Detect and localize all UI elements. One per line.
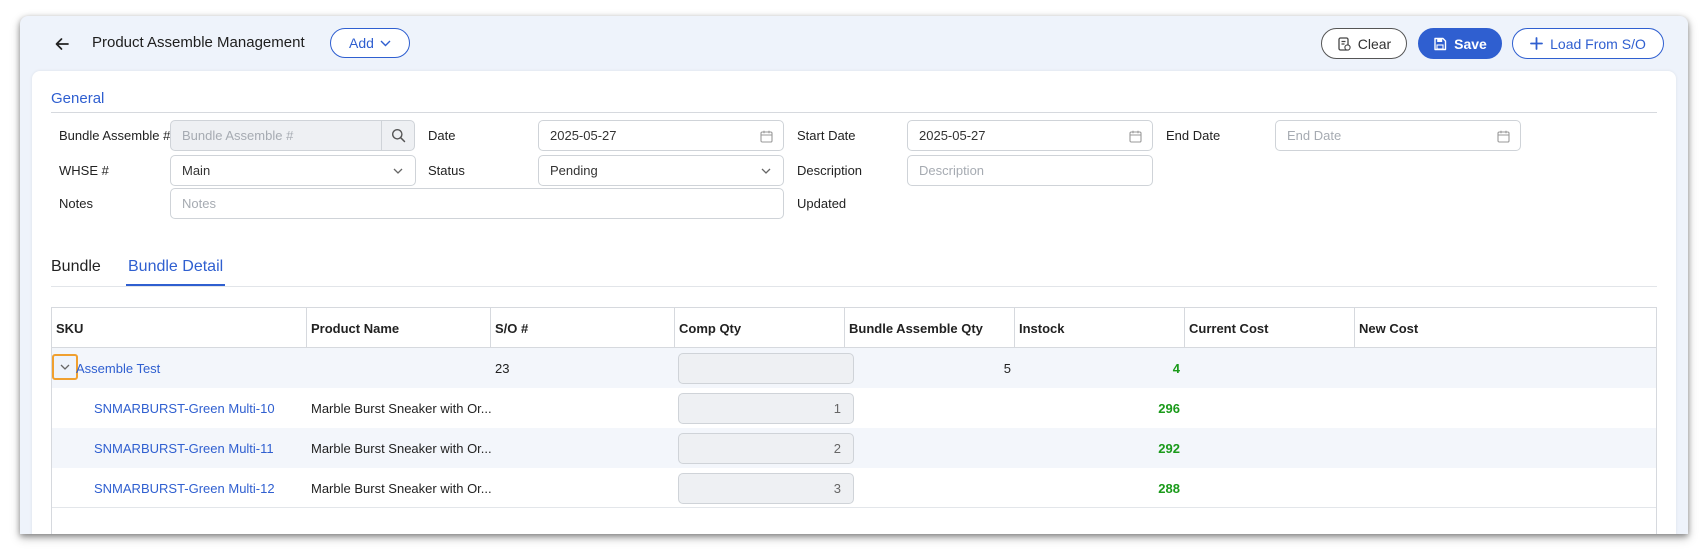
end-date-label: End Date bbox=[1166, 128, 1221, 143]
page-title: Product Assemble Management bbox=[92, 34, 305, 51]
calendar-icon bbox=[1128, 130, 1142, 143]
column-header-so[interactable]: S/O # bbox=[491, 308, 675, 348]
arrow-left-icon bbox=[55, 38, 69, 50]
bundle-assemble-label: Bundle Assemble # bbox=[59, 128, 171, 143]
child-instock: 296 bbox=[1158, 400, 1180, 416]
column-header-product-name[interactable]: Product Name bbox=[307, 308, 491, 348]
chevron-down-icon bbox=[380, 40, 391, 46]
child-instock: 292 bbox=[1158, 440, 1180, 456]
tab-bar-divider bbox=[51, 286, 1657, 287]
calendar-icon bbox=[1496, 130, 1510, 143]
bundle-assemble-placeholder: Bundle Assemble # bbox=[182, 128, 294, 143]
tab-bundle[interactable]: Bundle bbox=[51, 258, 101, 276]
parent-comp-qty-input[interactable] bbox=[678, 353, 854, 384]
clear-button[interactable]: Clear bbox=[1321, 28, 1407, 59]
collapse-row-button[interactable] bbox=[52, 354, 78, 380]
section-title-general: General bbox=[51, 90, 105, 107]
plus-icon bbox=[1530, 37, 1544, 50]
status-value: Pending bbox=[550, 163, 598, 178]
chevron-down-icon bbox=[60, 364, 70, 370]
page-header: Product Assemble Management Add Clear Sa… bbox=[20, 16, 1688, 72]
description-input[interactable]: Description bbox=[907, 155, 1153, 186]
bundle-assemble-input[interactable]: Bundle Assemble # bbox=[170, 120, 415, 151]
save-button[interactable]: Save bbox=[1418, 28, 1502, 59]
table-row-parent[interactable]: Assemble Test 23 5 4 bbox=[52, 348, 1656, 388]
bundle-search-button[interactable] bbox=[381, 121, 414, 150]
table-header: SKU Product Name S/O # Comp Qty Bundle A… bbox=[52, 308, 1656, 348]
child-product-name: Marble Burst Sneaker with Or... bbox=[311, 400, 492, 416]
active-tab-indicator bbox=[126, 284, 225, 286]
child-instock: 288 bbox=[1158, 480, 1180, 496]
back-button[interactable] bbox=[50, 32, 74, 56]
load-from-so-label: Load From S/O bbox=[1550, 35, 1646, 52]
chevron-down-icon bbox=[393, 168, 403, 174]
section-divider bbox=[51, 112, 1657, 113]
load-from-so-button[interactable]: Load From S/O bbox=[1512, 28, 1664, 59]
end-date-input[interactable]: End Date bbox=[1275, 120, 1521, 151]
save-label: Save bbox=[1454, 35, 1487, 52]
description-label: Description bbox=[797, 163, 863, 178]
notes-input[interactable]: Notes bbox=[170, 188, 784, 219]
child-product-name: Marble Burst Sneaker with Or... bbox=[311, 440, 492, 456]
column-header-new-cost[interactable]: New Cost bbox=[1355, 308, 1525, 348]
child-sku-link[interactable]: SNMARBURST-Green Multi-12 bbox=[94, 468, 275, 508]
column-header-sku[interactable]: SKU bbox=[52, 308, 307, 348]
date-input[interactable]: 2025-05-27 bbox=[538, 120, 784, 151]
column-header-instock[interactable]: Instock bbox=[1015, 308, 1185, 348]
column-header-current-cost[interactable]: Current Cost bbox=[1185, 308, 1355, 348]
child-comp-qty-input[interactable]: 1 bbox=[678, 393, 854, 424]
floppy-disk-icon bbox=[1434, 37, 1447, 50]
updated-label: Updated bbox=[797, 196, 847, 211]
clear-icon bbox=[1338, 36, 1351, 51]
comp-qty-value: 1 bbox=[833, 401, 841, 416]
start-date-value: 2025-05-27 bbox=[919, 128, 986, 143]
app-window: Product Assemble Management Add Clear Sa… bbox=[20, 16, 1688, 534]
parent-instock: 4 bbox=[1172, 360, 1180, 376]
child-product-name: Marble Burst Sneaker with Or... bbox=[311, 480, 492, 496]
table-row[interactable]: SNMARBURST-Green Multi-12 Marble Burst S… bbox=[52, 468, 1656, 508]
start-date-label: Start Date bbox=[797, 128, 856, 143]
status-select[interactable]: Pending bbox=[538, 155, 784, 186]
status-label: Status bbox=[428, 163, 465, 178]
child-comp-qty-input[interactable]: 3 bbox=[678, 473, 854, 504]
calendar-icon bbox=[759, 130, 773, 143]
comp-qty-value: 3 bbox=[833, 481, 841, 496]
end-date-placeholder: End Date bbox=[1287, 128, 1342, 143]
whse-label: WHSE # bbox=[59, 163, 109, 178]
date-value: 2025-05-27 bbox=[550, 128, 617, 143]
child-comp-qty-input[interactable]: 2 bbox=[678, 433, 854, 464]
notes-placeholder: Notes bbox=[182, 196, 216, 211]
child-sku-link[interactable]: SNMARBURST-Green Multi-10 bbox=[94, 388, 275, 428]
child-sku-link[interactable]: SNMARBURST-Green Multi-11 bbox=[94, 428, 274, 468]
search-icon bbox=[391, 129, 405, 143]
start-date-input[interactable]: 2025-05-27 bbox=[907, 120, 1153, 151]
description-placeholder: Description bbox=[919, 163, 985, 178]
whse-select[interactable]: Main bbox=[170, 155, 416, 186]
add-dropdown-button[interactable]: Add bbox=[330, 28, 410, 58]
comp-qty-value: 2 bbox=[833, 441, 841, 456]
content-panel: General Bundle Assemble # Bundle Assembl… bbox=[32, 71, 1676, 534]
tab-bundle-detail[interactable]: Bundle Detail bbox=[128, 258, 223, 276]
column-header-comp-qty[interactable]: Comp Qty bbox=[675, 308, 845, 348]
chevron-down-icon bbox=[761, 168, 771, 174]
bundle-detail-table: SKU Product Name S/O # Comp Qty Bundle A… bbox=[51, 307, 1657, 534]
column-header-bundle-assemble-qty[interactable]: Bundle Assemble Qty bbox=[845, 308, 1015, 348]
clear-label: Clear bbox=[1357, 35, 1392, 52]
date-label: Date bbox=[428, 128, 456, 143]
add-label: Add bbox=[349, 35, 374, 51]
parent-bundle-qty: 5 bbox=[1003, 360, 1011, 376]
whse-value: Main bbox=[182, 163, 211, 178]
table-row[interactable]: SNMARBURST-Green Multi-11 Marble Burst S… bbox=[52, 428, 1656, 468]
parent-so-number: 23 bbox=[495, 360, 510, 376]
notes-label: Notes bbox=[59, 196, 93, 211]
table-row[interactable]: SNMARBURST-Green Multi-10 Marble Burst S… bbox=[52, 388, 1656, 428]
parent-sku-link[interactable]: Assemble Test bbox=[76, 348, 160, 388]
